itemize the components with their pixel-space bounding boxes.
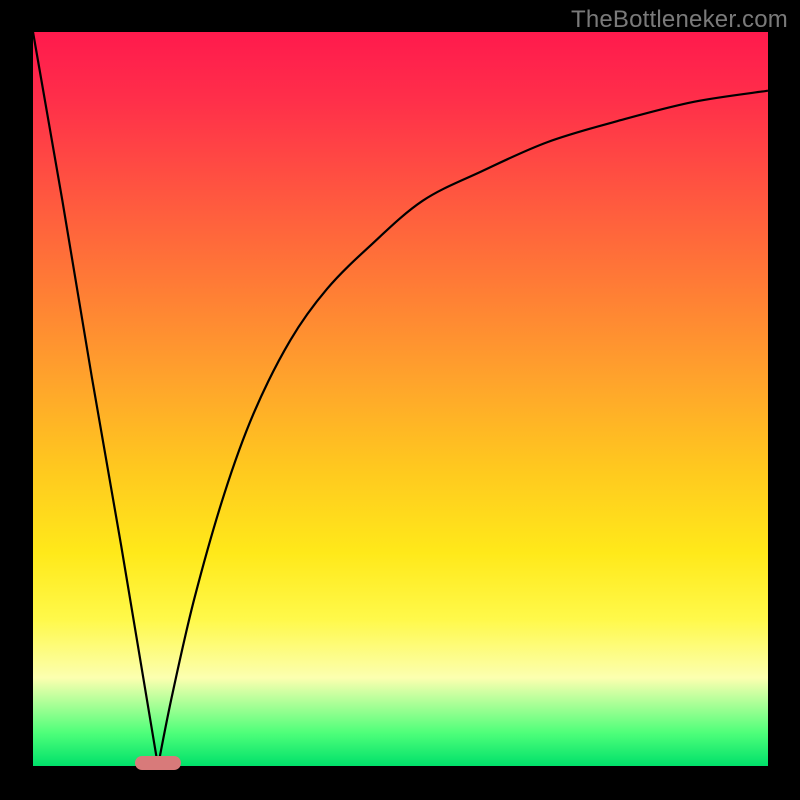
bottleneck-curve [33, 32, 768, 766]
vertex-marker [135, 756, 181, 770]
curve-right-branch [158, 91, 768, 766]
watermark-text: TheBottleneker.com [571, 6, 788, 34]
chart-frame: TheBottleneker.com [0, 0, 800, 800]
curve-left-branch [33, 32, 158, 766]
plot-area [33, 32, 768, 766]
